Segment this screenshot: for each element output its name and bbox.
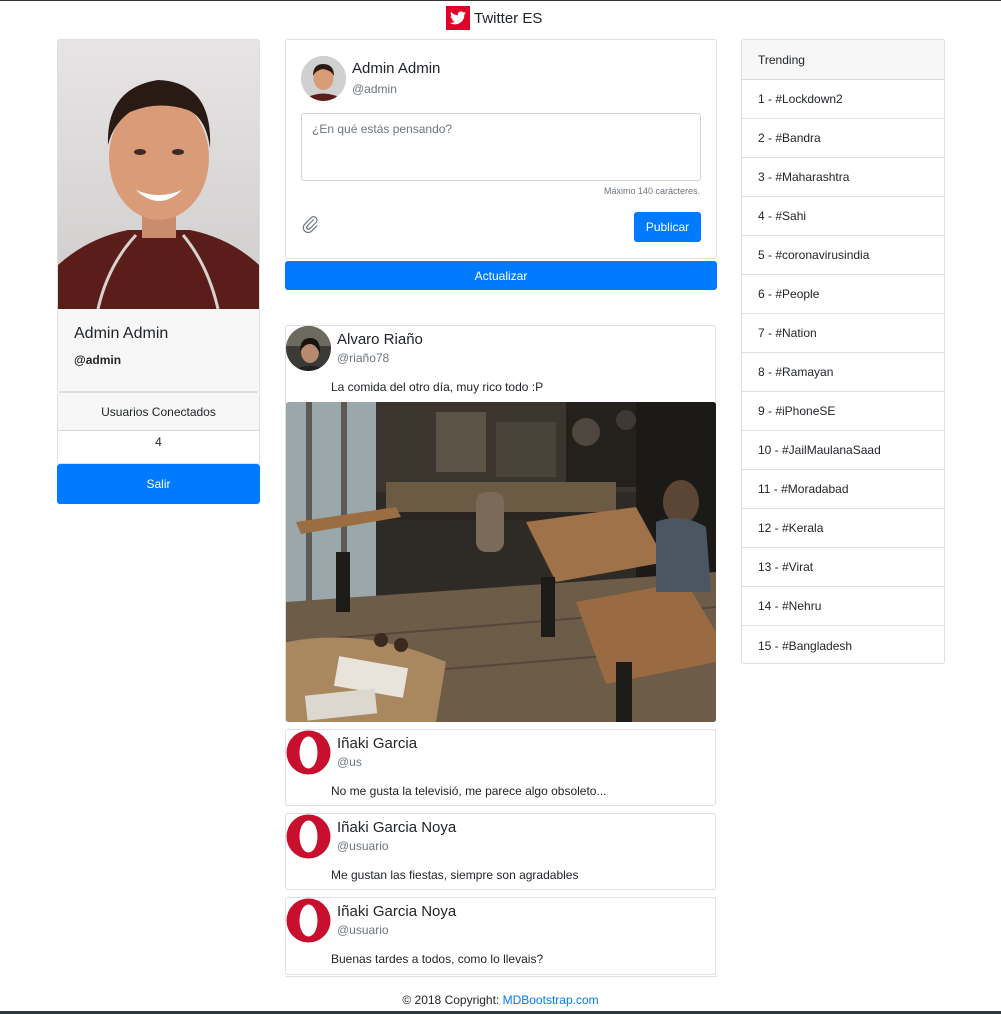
- trending-item[interactable]: 8 - #Ramayan: [742, 353, 944, 392]
- footer: © 2018 Copyright: MDBootstrap.com: [0, 993, 1001, 1007]
- trending-item[interactable]: 15 - #Bangladesh: [742, 626, 944, 665]
- trending-item[interactable]: 1 - #Lockdown2: [742, 80, 944, 119]
- trending-item[interactable]: 14 - #Nehru: [742, 587, 944, 626]
- character-limit-hint: Máximo 140 carácteres.: [603, 186, 700, 196]
- trending-card: Trending 1 - #Lockdown2 2 - #Bandra 3 - …: [741, 39, 945, 664]
- opera-logo-icon: [286, 730, 331, 775]
- tweet-author-handle: @usuario: [337, 923, 389, 937]
- tweet-author-handle: @us: [337, 755, 362, 769]
- trending-item[interactable]: 6 - #People: [742, 275, 944, 314]
- tweet-image[interactable]: [286, 402, 716, 722]
- trending-item[interactable]: 12 - #Kerala: [742, 509, 944, 548]
- profile-card: Admin Admin @admin: [57, 39, 260, 392]
- tweet-input[interactable]: [301, 113, 701, 181]
- brand-title: Twitter ES: [474, 9, 543, 27]
- trending-item[interactable]: 9 - #iPhoneSE: [742, 392, 944, 431]
- feed-divider: [285, 976, 717, 977]
- compose-user-name: Admin Admin: [352, 60, 441, 77]
- profile-photo: [58, 40, 259, 309]
- footer-copyright: © 2018 Copyright:: [402, 993, 503, 1007]
- tweet-text: No me gusta la televisió, me parece algo…: [331, 784, 607, 798]
- trending-item[interactable]: 4 - #Sahi: [742, 197, 944, 236]
- tweet-avatar: [286, 326, 331, 371]
- trending-item[interactable]: 3 - #Maharashtra: [742, 158, 944, 197]
- tweet-card: Iñaki Garcia @us No me gusta la televisi…: [285, 729, 716, 806]
- tweet-text: Me gustan las fiestas, siempre son agrad…: [331, 868, 579, 882]
- tweet-author-name[interactable]: Alvaro Riaño: [337, 331, 423, 348]
- online-users-count: 4: [155, 435, 162, 449]
- tweet-author-handle: @riaño78: [337, 351, 390, 365]
- trending-item[interactable]: 7 - #Nation: [742, 314, 944, 353]
- compose-user-handle: @admin: [352, 82, 397, 96]
- tweet-author-handle: @usuario: [337, 839, 389, 853]
- opera-logo-icon: [286, 898, 331, 943]
- profile-handle: @admin: [74, 353, 122, 367]
- profile-body: Admin Admin @admin: [58, 309, 259, 391]
- trending-item[interactable]: 2 - #Bandra: [742, 119, 944, 158]
- tweet-author-name[interactable]: Iñaki Garcia Noya: [337, 819, 456, 836]
- trending-item[interactable]: 13 - #Virat: [742, 548, 944, 587]
- tweet-author-name[interactable]: Iñaki Garcia: [337, 735, 417, 752]
- trending-item[interactable]: 10 - #JailMaulanaSaad: [742, 431, 944, 470]
- footer-link[interactable]: MDBootstrap.com: [503, 993, 599, 1007]
- compose-avatar: [301, 56, 346, 101]
- profile-name: Admin Admin: [74, 325, 169, 342]
- brand[interactable]: Twitter ES: [446, 6, 542, 30]
- trending-item[interactable]: 5 - #coronavirusindia: [742, 236, 944, 275]
- publish-button[interactable]: Publicar: [634, 212, 701, 242]
- refresh-button[interactable]: Actualizar: [285, 261, 717, 290]
- tweet-text: La comida del otro día, muy rico todo :P: [331, 380, 544, 394]
- tweet-card: Iñaki Garcia Noya @usuario Me gustan las…: [285, 813, 716, 890]
- online-users-title: Usuarios Conectados: [58, 393, 259, 431]
- logout-button[interactable]: Salir: [57, 464, 260, 504]
- top-border: [0, 0, 1001, 1]
- tweet-card: Alvaro Riaño @riaño78 La comida del otro…: [285, 325, 716, 722]
- twitter-logo-icon: [446, 6, 470, 30]
- online-users-card: Usuarios Conectados 4: [57, 392, 260, 464]
- tweet-author-name[interactable]: Iñaki Garcia Noya: [337, 903, 456, 920]
- opera-logo-icon: [286, 814, 331, 859]
- compose-card: Admin Admin @admin Máximo 140 carácteres…: [285, 39, 717, 259]
- trending-title: Trending: [742, 40, 944, 80]
- tweet-text: Buenas tardes a todos, como lo llevais?: [331, 952, 544, 966]
- paperclip-icon[interactable]: [301, 215, 319, 234]
- tweet-card: Iñaki Garcia Noya @usuario Buenas tardes…: [285, 897, 716, 975]
- trending-item[interactable]: 11 - #Moradabad: [742, 470, 944, 509]
